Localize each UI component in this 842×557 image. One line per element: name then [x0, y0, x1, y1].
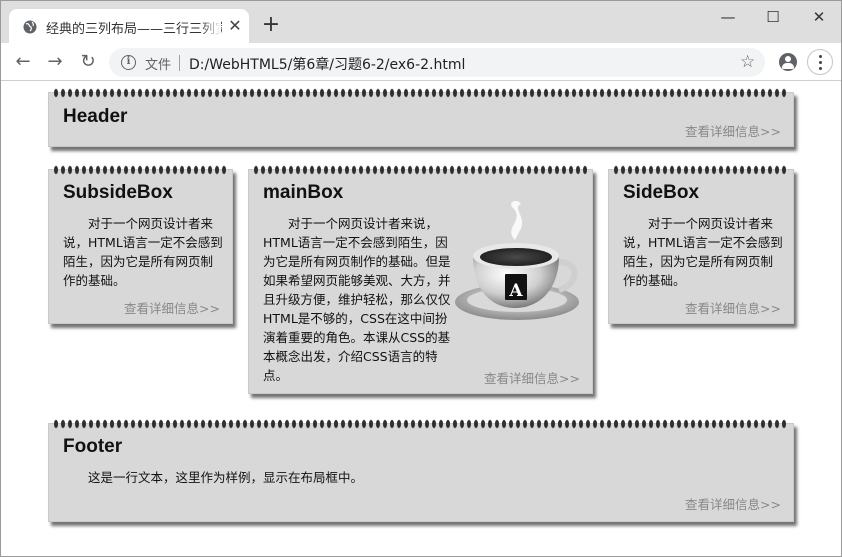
- subside-box: SubsideBox 对于一个网页设计者来说，HTML语言一定不会感到陌生，因为…: [48, 164, 233, 324]
- side-box-more-link[interactable]: 查看详细信息>>: [685, 298, 781, 317]
- spiral-binding: [613, 164, 789, 177]
- footer-title: Footer: [63, 436, 123, 457]
- page-content: Header 查看详细信息>> SubsideBox 对于一个网页设计者来说，H…: [1, 82, 841, 556]
- tab-title-fade: [201, 15, 221, 37]
- tab-title: 经典的三列布局——三行三列宽度: [46, 22, 222, 36]
- url-text[interactable]: D:/WebHTML5/第6章/习题6-2/ex6-2.html: [189, 54, 465, 74]
- close-window-button[interactable]: ✕: [807, 7, 831, 27]
- coffee-cup-image: [455, 201, 579, 320]
- side-box: SideBox 对于一个网页设计者来说，HTML语言一定不会感到陌生，因为它是所…: [608, 164, 794, 324]
- tab-close-icon[interactable]: ✕: [227, 18, 243, 34]
- browser-tab[interactable]: 经典的三列布局——三行三列宽度 ✕: [9, 9, 249, 43]
- info-icon[interactable]: i: [121, 55, 136, 70]
- cup-badge-letter: A: [509, 281, 523, 301]
- side-box-title: SideBox: [623, 182, 700, 203]
- spiral-binding: [53, 87, 789, 100]
- footer-box: Footer 这是一行文本，这里作为样例，显示在布局框中。 查看详细信息>>: [48, 418, 794, 522]
- header-box: Header 查看详细信息>>: [48, 87, 794, 147]
- account-icon[interactable]: [779, 53, 797, 71]
- subside-box-title: SubsideBox: [63, 182, 173, 203]
- reload-button[interactable]: ↻: [78, 52, 98, 72]
- title-bar: 经典的三列布局——三行三列宽度 ✕ + — ☐ ✕: [1, 1, 841, 43]
- spiral-binding: [53, 164, 228, 177]
- main-box: mainBox A 对于一个网页设计者来说，HTML语言一定不会感到陌生，因为它…: [248, 164, 593, 394]
- bookmark-star-icon[interactable]: ☆: [740, 52, 755, 72]
- footer-more-link[interactable]: 查看详细信息>>: [685, 494, 781, 513]
- spiral-binding: [53, 418, 789, 431]
- header-title: Header: [63, 106, 128, 127]
- omnibox-separator: [179, 55, 180, 71]
- address-bar[interactable]: i 文件 D:/WebHTML5/第6章/习题6-2/ex6-2.html ☆: [109, 48, 765, 77]
- main-box-title: mainBox: [263, 182, 344, 203]
- footer-text: 这是一行文本，这里作为样例，显示在布局框中。: [88, 470, 364, 485]
- maximize-button[interactable]: ☐: [761, 7, 785, 27]
- subside-box-text: 对于一个网页设计者来说，HTML语言一定不会感到陌生，因为它是所有网页制作的基础…: [63, 216, 223, 288]
- forward-button[interactable]: →: [45, 52, 65, 72]
- new-tab-button[interactable]: +: [261, 14, 281, 36]
- more-vert-icon[interactable]: [807, 49, 833, 75]
- minimize-button[interactable]: —: [716, 7, 740, 27]
- side-box-text: 对于一个网页设计者来说，HTML语言一定不会感到陌生，因为它是所有网页制作的基础…: [623, 216, 783, 288]
- file-label: 文件: [145, 58, 172, 73]
- main-box-text-top: 对于一个网页设计者来说，HTML语言一定不会感到陌生，因为它是所有网页制作的基础…: [263, 216, 451, 383]
- browser-window: 经典的三列布局——三行三列宽度 ✕ + — ☐ ✕ ← → ↻ i 文件 D:/…: [0, 0, 842, 557]
- spiral-binding: [253, 164, 588, 177]
- header-more-link[interactable]: 查看详细信息>>: [685, 121, 781, 140]
- globe-icon: [23, 20, 37, 34]
- browser-toolbar: ← → ↻ i 文件 D:/WebHTML5/第6章/习题6-2/ex6-2.h…: [1, 43, 841, 81]
- main-box-more-link[interactable]: 查看详细信息>>: [484, 368, 580, 387]
- subside-box-more-link[interactable]: 查看详细信息>>: [124, 298, 220, 317]
- back-button[interactable]: ←: [13, 52, 33, 72]
